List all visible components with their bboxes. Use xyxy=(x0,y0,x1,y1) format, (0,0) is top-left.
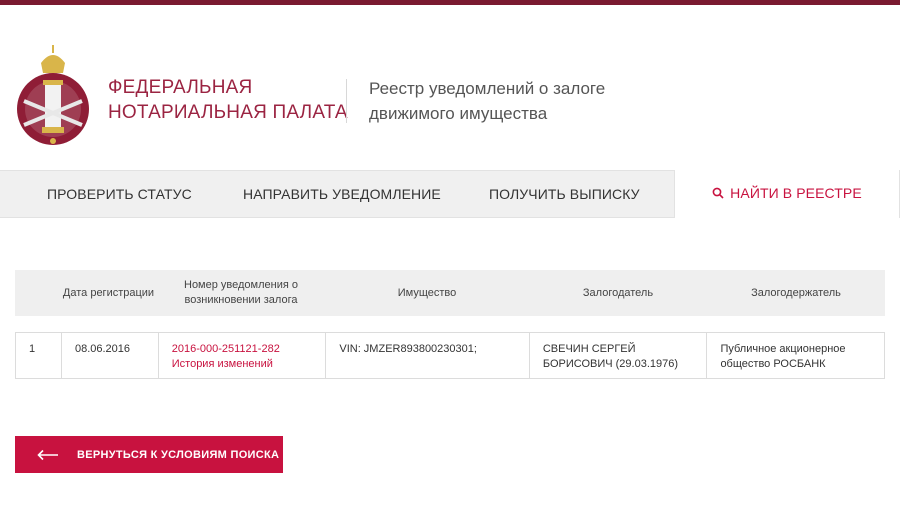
org-name: ФЕДЕРАЛЬНАЯ НОТАРИАЛЬНАЯ ПАЛАТА xyxy=(108,75,348,125)
table-row: 1 08.06.2016 2016-000-251121-282 История… xyxy=(15,332,885,379)
notary-emblem-logo[interactable] xyxy=(14,43,92,151)
cell-index: 1 xyxy=(29,343,36,355)
header-date: Дата регистрации xyxy=(62,286,155,299)
registry-title: Реестр уведомлений о залоге движимого им… xyxy=(369,76,605,126)
nav-search-registry[interactable]: НАЙТИ В РЕЕСТРЕ xyxy=(674,170,900,218)
cell-pledgor: СВЕЧИН СЕРГЕЙ БОРИСОВИЧ (29.03.1976) xyxy=(528,333,707,378)
back-to-search-label: ВЕРНУТЬСЯ К УСЛОВИЯМ ПОИСКА xyxy=(77,448,280,461)
nav-get-extract[interactable]: ПОЛУЧИТЬ ВЫПИСКУ xyxy=(489,171,640,217)
nav-search-registry-label: НАЙТИ В РЕЕСТРЕ xyxy=(730,185,862,201)
header-pledgor: Залогодатель xyxy=(582,286,654,299)
arrow-left-icon xyxy=(37,449,58,460)
nav-send-notification[interactable]: НАПРАВИТЬ УВЕДОМЛЕНИЕ xyxy=(243,171,441,217)
change-history-link[interactable]: История изменений xyxy=(172,357,313,372)
header: ФЕДЕРАЛЬНАЯ НОТАРИАЛЬНАЯ ПАЛАТА Реестр у… xyxy=(0,5,900,170)
cell-number: 2016-000-251121-282 История изменений xyxy=(157,333,326,378)
org-name-line2: НОТАРИАЛЬНАЯ ПАЛАТА xyxy=(108,102,348,123)
registry-title-line2: движимого имущества xyxy=(369,104,548,123)
header-index xyxy=(15,270,60,316)
header-property: Имущество xyxy=(397,286,457,299)
header-divider xyxy=(346,79,347,123)
registry-title-line1: Реестр уведомлений о залоге xyxy=(369,79,606,98)
main-nav: ПРОВЕРИТЬ СТАТУС НАПРАВИТЬ УВЕДОМЛЕНИЕ П… xyxy=(0,170,900,218)
header-number: Номер уведомления о возникновении залога xyxy=(184,279,298,306)
org-name-line1: ФЕДЕРАЛЬНАЯ xyxy=(108,77,253,98)
notification-number-link[interactable]: 2016-000-251121-282 xyxy=(172,342,313,357)
results-table: Дата регистрации Номер уведомления о воз… xyxy=(15,270,885,379)
table-header: Дата регистрации Номер уведомления о воз… xyxy=(15,270,885,316)
header-pledgee: Залогодержатель xyxy=(751,286,841,299)
nav-check-status[interactable]: ПРОВЕРИТЬ СТАТУС xyxy=(47,171,192,217)
cell-date: 08.06.2016 xyxy=(60,333,158,378)
cell-pledgee: Публичное акционерное общество РОСБАНК xyxy=(706,333,884,378)
search-icon xyxy=(712,187,724,199)
back-to-search-button[interactable]: ВЕРНУТЬСЯ К УСЛОВИЯМ ПОИСКА xyxy=(15,436,283,473)
cell-property: VIN: JMZER893800230301; xyxy=(325,333,529,378)
